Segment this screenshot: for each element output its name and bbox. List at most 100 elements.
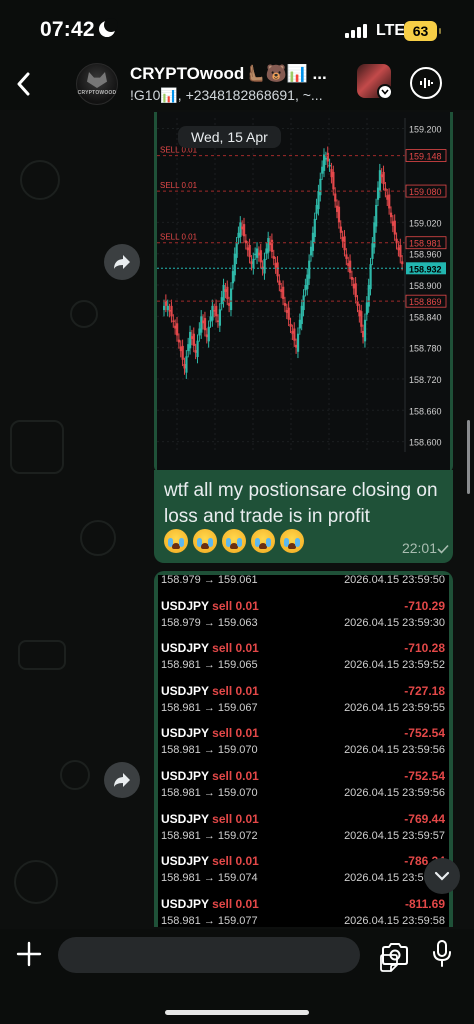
candle-body [401, 261, 404, 265]
price-tag: 158.869 [409, 297, 442, 307]
candle-body [354, 283, 357, 298]
trade-prices: 158.979 → 159.061 [161, 575, 258, 586]
trade-prices: 158.981 → 159.074 [161, 872, 258, 885]
trade-side: sell 0.01 [212, 641, 259, 656]
sent-check-icon [437, 544, 449, 554]
candle-body [170, 305, 173, 317]
chart-date-label: Wed, 15 Apr [178, 126, 281, 148]
y-tick-label: 158.600 [409, 438, 442, 448]
outgoing-text-message[interactable]: wtf all my postionsare closing on loss a… [154, 470, 453, 563]
y-tick-label: 159.020 [409, 218, 442, 228]
trade-prices: 158.981 → 159.072 [161, 829, 258, 842]
trade-row: USDJPY sell 0.01158.979 → 159.061-710.15… [158, 575, 449, 592]
trade-symbol-name: USDJPY [161, 811, 213, 826]
candle-body [375, 204, 378, 227]
trade-prices: 158.981 → 159.065 [161, 659, 258, 672]
status-bar: 07:42 LTE 63 [0, 0, 474, 58]
candle-body [296, 333, 300, 352]
candle-body [172, 320, 175, 322]
trade-row: USDJPY sell 0.01 158.981 → 159.074 -786.34… [158, 847, 449, 890]
candle-body [192, 333, 195, 346]
y-tick-label: 158.960 [409, 250, 442, 260]
candle-body [196, 340, 199, 358]
cell-signal-icon [345, 24, 369, 38]
scrollbar[interactable] [467, 420, 470, 494]
trade-profit-loss: -769.44 [404, 811, 445, 826]
trade-symbol: USDJPY sell 0.01 [161, 641, 259, 655]
group-avatar[interactable]: CRYPTOWOOD [76, 63, 118, 105]
battery-icon: 63 [404, 21, 441, 41]
trade-timestamp: 2026.04.15 23:59:52 [344, 659, 445, 672]
trade-timestamp: 2026.04.15 23:59:30 [344, 616, 445, 629]
status-time: 07:42 [40, 18, 95, 41]
candle-body [252, 258, 255, 269]
trade-side: sell 0.01 [212, 854, 259, 869]
candle-body [267, 238, 270, 253]
trade-profit-loss: -752.54 [404, 769, 445, 783]
candle-body [166, 305, 169, 311]
trade-timestamp: 2026.04.15 23:59:57 [344, 829, 445, 842]
trade-symbol-name: USDJPY [161, 896, 213, 911]
trade-symbol-name: USDJPY [161, 769, 213, 783]
trade-prices: 158.979 → 159.063 [161, 616, 258, 629]
wallpaper-doodle [80, 520, 116, 556]
candle-body [308, 260, 311, 279]
candle-body [378, 170, 382, 192]
candle-body [289, 323, 292, 327]
trade-side: sell 0.01 [212, 598, 259, 613]
candle-body [393, 220, 396, 235]
trade-row: USDJPY sell 0.01 158.981 → 159.070 -752.54… [158, 762, 449, 805]
y-tick-label: 158.780 [409, 344, 442, 354]
candle-body [293, 328, 296, 341]
crying-face-emoji-icon [164, 529, 188, 553]
chat-info[interactable]: CRYPTOwood🫷🏽🐻📊 ... !G10📊, +2348182868691… [130, 64, 348, 104]
candle-body [328, 164, 331, 167]
forward-button[interactable] [104, 244, 140, 280]
candle-body [356, 301, 359, 306]
crying-face-emoji-icon [251, 529, 275, 553]
candle-body [343, 236, 346, 251]
candle-body [382, 171, 385, 185]
chevron-down-icon [434, 871, 450, 881]
plus-icon[interactable] [14, 939, 44, 969]
camera-icon[interactable] [380, 941, 410, 967]
candle-body [248, 244, 251, 258]
crying-face-emoji-icon [280, 529, 304, 553]
trade-row: USDJPY sell 0.01 158.981 → 159.072 -769.44… [158, 805, 449, 848]
forward-button[interactable] [104, 762, 140, 798]
candle-body [211, 305, 214, 321]
mic-icon[interactable] [431, 939, 453, 969]
chevron-left-icon[interactable] [6, 64, 40, 104]
image-message[interactable]: 159.200 159.020 158.960 158.900 158.840 158.7… [154, 112, 453, 472]
trade-symbol: USDJPY sell 0.01 [161, 854, 259, 868]
candle-body [229, 288, 233, 311]
candle-body [323, 154, 326, 171]
candle-body [226, 286, 229, 299]
trade-profit-loss: -710.29 [404, 598, 445, 613]
wolf-logo-icon [87, 72, 107, 88]
candle-body [345, 254, 348, 259]
trade-timestamp: 2026.04.15 23:59:56 [344, 787, 445, 799]
candle-body [189, 331, 192, 349]
scroll-to-bottom-button[interactable] [424, 858, 460, 894]
candle-body [243, 224, 246, 237]
wallpaper-doodle [70, 300, 98, 328]
candle-body [177, 339, 181, 343]
forward-icon [114, 255, 130, 269]
order-level-label: SELL 0.01 [160, 181, 198, 190]
trade-symbol: USDJPY sell 0.01 [161, 684, 259, 698]
price-tag: 158.981 [409, 239, 442, 249]
chat-title: CRYPTOwood🫷🏽🐻📊 ... [130, 64, 327, 83]
message-input[interactable] [58, 937, 398, 973]
trade-history-image-message[interactable]: USDJPY sell 0.01158.979 → 159.061-710.15… [154, 571, 453, 927]
audio-call-icon[interactable] [410, 67, 442, 99]
chart-screenshot[interactable]: 159.200 159.020 158.960 158.900 158.840 158.7… [157, 112, 450, 470]
candle-body [185, 356, 188, 373]
candle-body [282, 286, 285, 299]
candle-body [278, 280, 281, 285]
candle-body [276, 262, 279, 277]
wallpaper-doodle [60, 760, 90, 790]
candle-body [399, 244, 402, 258]
chevron-down-icon[interactable] [377, 84, 393, 100]
trade-prices: 158.981 → 159.070 [161, 787, 258, 799]
